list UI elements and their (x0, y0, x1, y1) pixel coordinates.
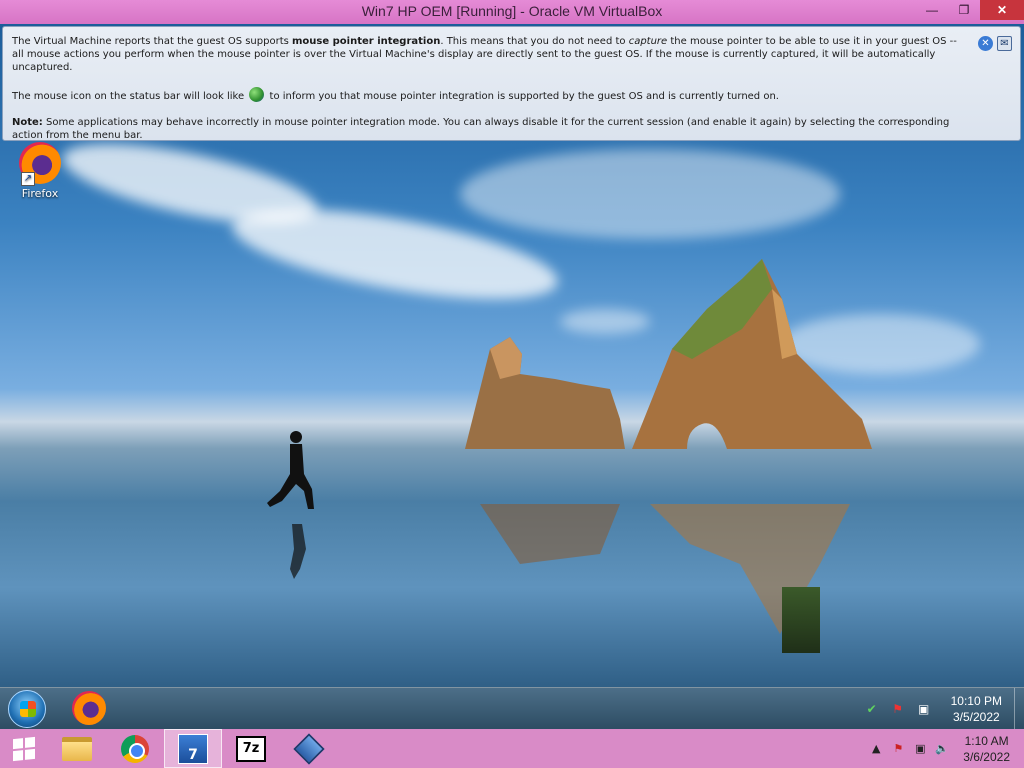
small-rock-formation (465, 337, 625, 449)
note-label: Note: (12, 117, 43, 128)
close-button[interactable]: ✕ (980, 0, 1024, 20)
show-desktop-button[interactable] (1014, 688, 1024, 730)
notice-text: The mouse icon on the status bar will lo… (12, 91, 245, 102)
chrome-icon (121, 734, 149, 763)
guest-system-tray: ✔ ⚑ ▣ 10:10 PM 3/5/2022 (859, 688, 1024, 730)
notice-text: Some applications may behave incorrectly… (12, 117, 950, 141)
close-notice-icon[interactable]: ✕ (978, 36, 993, 51)
action-center-flag-icon[interactable]: ⚑ (890, 701, 906, 717)
window-title: Win7 HP OEM [Running] - Oracle VM Virtua… (361, 3, 663, 19)
notice-text: The Virtual Machine reports that the gue… (12, 36, 293, 47)
start-orb-icon[interactable] (8, 690, 46, 728)
guest-clock[interactable]: 10:10 PM 3/5/2022 (937, 693, 1014, 725)
desktop-icon-firefox[interactable]: ↗ Firefox (12, 142, 68, 200)
start-button[interactable] (0, 729, 48, 768)
windows7-usb-tool-icon: 7 (178, 733, 208, 764)
window-controls: — ❐ ✕ (916, 0, 1024, 20)
minimize-button[interactable]: — (916, 0, 948, 20)
security-icon[interactable]: ✔ (864, 701, 880, 717)
virtualbox-icon (293, 732, 325, 765)
notice-buttons: ✕ ✉ (978, 36, 1012, 51)
taskbar-7zip[interactable]: 7z (222, 729, 280, 768)
host-system-tray: ▲ ⚑ ▣ 🔈 1:10 AM 3/6/2022 (865, 729, 1024, 768)
rock-reflection (480, 504, 620, 564)
network-icon[interactable]: ▣ (916, 701, 932, 717)
host-clock-date: 3/6/2022 (963, 749, 1010, 764)
runner-silhouette (267, 431, 314, 579)
cloud-decoration (460, 149, 840, 239)
host-clock-time: 1:10 AM (964, 733, 1009, 748)
shortcut-arrow-icon: ↗ (21, 172, 35, 186)
firefox-icon: ↗ (19, 142, 61, 186)
notice-text: to inform you that mouse pointer integra… (269, 91, 779, 102)
notice-italic-text: capture (628, 36, 668, 47)
desktop-artifact (782, 587, 820, 653)
volume-muted-icon[interactable]: 🔈 (934, 741, 950, 757)
show-hidden-icons-icon[interactable]: ▲ (868, 741, 884, 757)
guest-taskbar: ✔ ⚑ ▣ 10:10 PM 3/5/2022 (0, 687, 1024, 730)
host-taskbar: 7 7z ▲ ⚑ ▣ 🔈 1:10 AM 3/6/2022 (0, 729, 1024, 768)
guest-clock-date: 3/5/2022 (952, 710, 1000, 724)
file-explorer-icon (62, 736, 92, 761)
host-clock[interactable]: 1:10 AM 3/6/2022 (953, 733, 1024, 765)
restore-button[interactable]: ❐ (948, 0, 980, 20)
disable-messages-icon[interactable]: ✉ (997, 36, 1012, 51)
firefox-icon[interactable] (72, 691, 106, 725)
taskbar-windows7-usb-tool[interactable]: 7 (164, 729, 222, 768)
taskbar-chrome[interactable] (106, 729, 164, 768)
rock-reflection (650, 504, 850, 634)
action-center-flag-icon[interactable]: ⚑ (890, 741, 906, 757)
taskbar-virtualbox[interactable] (280, 729, 338, 768)
taskbar-file-explorer[interactable] (48, 729, 106, 768)
large-rock-arch (632, 259, 872, 449)
7zip-icon: 7z (236, 735, 266, 762)
notice-text: . This means that you do not need to (440, 36, 629, 47)
desktop-icon-label: Firefox (21, 187, 59, 200)
notice-bold-text: mouse pointer integration (292, 36, 441, 47)
mouse-integration-notice: The Virtual Machine reports that the gue… (2, 26, 1021, 141)
guest-clock-time: 10:10 PM (950, 694, 1002, 708)
network-icon[interactable]: ▣ (912, 741, 928, 757)
window-title-bar[interactable]: Win7 HP OEM [Running] - Oracle VM Virtua… (0, 0, 1024, 24)
windows-logo-icon (13, 736, 35, 761)
mouse-integration-icon (249, 87, 265, 102)
